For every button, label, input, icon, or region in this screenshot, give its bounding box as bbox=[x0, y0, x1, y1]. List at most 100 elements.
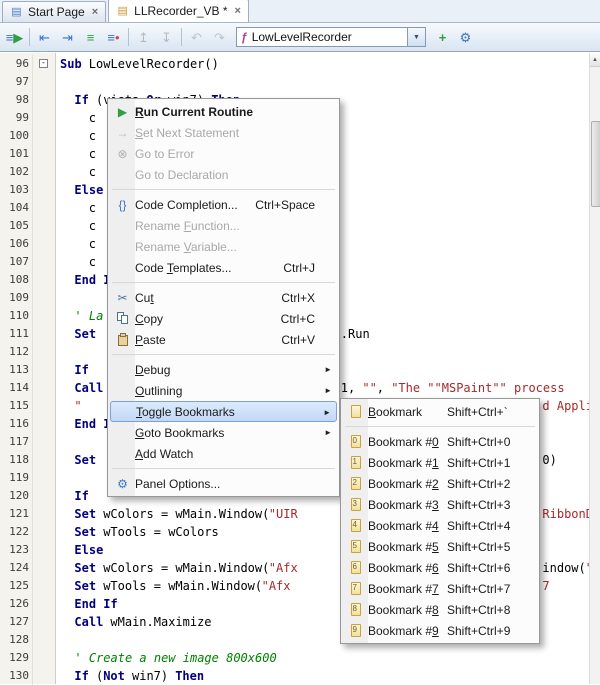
scroll-up-icon[interactable] bbox=[590, 53, 600, 67]
line-number: 116 bbox=[0, 415, 32, 433]
menu-item-add-watch[interactable]: Add Watch bbox=[110, 443, 337, 464]
menu-item-label: Outlining bbox=[135, 384, 182, 398]
menu-item-toggle-bookmarks[interactable]: Toggle Bookmarks ► bbox=[110, 401, 337, 422]
menu-item-bookmark-1[interactable]: 1Bookmark #1Shift+Ctrl+1 bbox=[343, 452, 537, 473]
code-token: RibbonD bbox=[542, 505, 593, 523]
fold-column bbox=[32, 217, 55, 235]
tab-close-icon[interactable] bbox=[92, 7, 98, 18]
menu-item-label: Go to Declaration bbox=[135, 168, 228, 182]
routine-icon: ƒ bbox=[241, 30, 248, 44]
menu-item-label: Bookmark #2 bbox=[368, 477, 439, 491]
code-token: If bbox=[74, 91, 88, 109]
menu-item-outlining[interactable]: Outlining► bbox=[110, 380, 337, 401]
indent-icon[interactable]: ⇥ bbox=[56, 26, 79, 48]
next-bookmark-icon: ↧ bbox=[155, 26, 178, 48]
fold-column bbox=[32, 145, 55, 163]
fold-column bbox=[32, 199, 55, 217]
code-line[interactable]: If(Notwin7) Then bbox=[60, 667, 600, 684]
fold-column bbox=[32, 523, 55, 541]
menu-item-bookmark-5[interactable]: 5Bookmark #5Shift+Ctrl+5 bbox=[343, 536, 537, 557]
menu-item-label: Panel Options... bbox=[135, 477, 220, 491]
menu-item-bookmark-2[interactable]: 2Bookmark #2Shift+Ctrl+2 bbox=[343, 473, 537, 494]
menu-item-shortcut: Shift+Ctrl+8 bbox=[447, 603, 537, 617]
line-number: 101 bbox=[0, 145, 32, 163]
menu-item-go-to-error[interactable]: ⊗Go to Error bbox=[110, 143, 337, 164]
menu-item-code-templates[interactable]: Code Templates...Ctrl+J bbox=[110, 257, 337, 278]
run-icon: ▶ bbox=[110, 106, 135, 118]
run-current-routine-icon[interactable]: ≡▶ bbox=[3, 26, 26, 48]
fold-column bbox=[32, 559, 55, 577]
menu-item-cut[interactable]: ✂CutCtrl+X bbox=[110, 287, 337, 308]
menu-item-bookmark-6[interactable]: 6Bookmark #6Shift+Ctrl+6 bbox=[343, 557, 537, 578]
menu-item-bookmark-4[interactable]: 4Bookmark #4Shift+Ctrl+4 bbox=[343, 515, 537, 536]
menu-item-bookmark-3[interactable]: 3Bookmark #3Shift+Ctrl+3 bbox=[343, 494, 537, 515]
line-number: 105 bbox=[0, 217, 32, 235]
menu-item-label: Rename Variable... bbox=[135, 240, 237, 254]
bookmark-icon: 1 bbox=[343, 456, 368, 469]
tab-start-page[interactable]: Start Page bbox=[2, 1, 106, 22]
code-completion-icon: {} bbox=[110, 199, 135, 211]
gutter-row: 115 bbox=[0, 397, 55, 415]
chevron-down-icon[interactable] bbox=[407, 28, 425, 46]
menu-item-rename-function[interactable]: Rename Function... bbox=[110, 215, 337, 236]
fold-column bbox=[32, 379, 55, 397]
menu-item-goto-bookmarks[interactable]: Goto Bookmarks► bbox=[110, 422, 337, 443]
code-token: Not bbox=[103, 667, 125, 684]
record-test-icon[interactable]: + bbox=[431, 26, 454, 48]
submenu-arrow-icon: ► bbox=[323, 408, 331, 417]
menu-item-copy[interactable]: CopyCtrl+C bbox=[110, 308, 337, 329]
menu-item-panel-options[interactable]: ⚙Panel Options... bbox=[110, 473, 337, 494]
menu-item-bookmark-9[interactable]: 9Bookmark #9Shift+Ctrl+9 bbox=[343, 620, 537, 641]
code-token: "UIR bbox=[269, 505, 298, 523]
code-line[interactable] bbox=[60, 73, 600, 91]
fold-marker[interactable]: - bbox=[39, 59, 48, 68]
menu-item-paste[interactable]: PasteCtrl+V bbox=[110, 329, 337, 350]
tab-llrecorder-vb[interactable]: LLRecorder_VB * bbox=[108, 0, 249, 22]
line-number: 124 bbox=[0, 559, 32, 577]
toolbar-left-buttons: ≡▶⇤⇥≡≡•↥↧↶↷ bbox=[3, 26, 231, 48]
code-token: 1, bbox=[341, 379, 363, 397]
gutter-row: 111 bbox=[0, 325, 55, 343]
code-token: Set bbox=[74, 505, 96, 523]
menu-item-bookmark[interactable]: BookmarkShift+Ctrl+` bbox=[343, 401, 537, 422]
format-lines-icon[interactable]: ≡ bbox=[79, 26, 102, 48]
code-token: .Run bbox=[341, 325, 370, 343]
menu-item-code-completion[interactable]: {}Code Completion...Ctrl+Space bbox=[110, 194, 337, 215]
code-token: "Afx bbox=[269, 559, 298, 577]
gutter-row: 100 bbox=[0, 127, 55, 145]
menu-item-bookmark-8[interactable]: 8Bookmark #8Shift+Ctrl+8 bbox=[343, 599, 537, 620]
tab-close-icon[interactable] bbox=[235, 6, 241, 17]
gutter-row: 108 bbox=[0, 271, 55, 289]
menu-item-label: Toggle Bookmarks bbox=[136, 405, 235, 419]
code-token: End If bbox=[74, 595, 117, 613]
code-line[interactable]: ' Create a new image 800x600 bbox=[60, 649, 600, 667]
menu-item-rename-variable[interactable]: Rename Variable... bbox=[110, 236, 337, 257]
line-number: 121 bbox=[0, 505, 32, 523]
menu-item-label: Set Next Statement bbox=[135, 126, 239, 140]
menu-item-bookmark-0[interactable]: 0Bookmark #0Shift+Ctrl+0 bbox=[343, 431, 537, 452]
menu-item-label: Cut bbox=[135, 291, 154, 305]
routine-selector[interactable]: ƒ LowLevelRecorder bbox=[236, 27, 426, 47]
fold-column bbox=[32, 163, 55, 181]
scrollbar-thumb[interactable] bbox=[591, 121, 600, 207]
line-number: 118 bbox=[0, 451, 32, 469]
gutter-row: 102 bbox=[0, 163, 55, 181]
vertical-scrollbar[interactable] bbox=[589, 53, 600, 684]
fold-column bbox=[32, 541, 55, 559]
gutter-row: 110 bbox=[0, 307, 55, 325]
gutter-row: 120 bbox=[0, 487, 55, 505]
menu-item-run-current-routine[interactable]: ▶Run Current Routine bbox=[110, 101, 337, 122]
fold-column bbox=[32, 73, 55, 91]
panel-options-icon[interactable]: ⚙ bbox=[454, 26, 477, 48]
code-line[interactable]: SubLowLevelRecorder() bbox=[60, 55, 600, 73]
menu-item-bookmark-7[interactable]: 7Bookmark #7Shift+Ctrl+7 bbox=[343, 578, 537, 599]
code-token: wColors = wMain.Window( bbox=[103, 505, 269, 523]
menu-item-debug[interactable]: Debug► bbox=[110, 359, 337, 380]
outdent-icon[interactable]: ⇤ bbox=[33, 26, 56, 48]
menu-item-set-next-statement[interactable]: →Set Next Statement bbox=[110, 122, 337, 143]
fold-column bbox=[32, 631, 55, 649]
highlight-line-icon[interactable]: ≡• bbox=[102, 26, 125, 48]
fold-column bbox=[32, 271, 55, 289]
line-number: 107 bbox=[0, 253, 32, 271]
menu-item-go-to-declaration[interactable]: Go to Declaration bbox=[110, 164, 337, 185]
